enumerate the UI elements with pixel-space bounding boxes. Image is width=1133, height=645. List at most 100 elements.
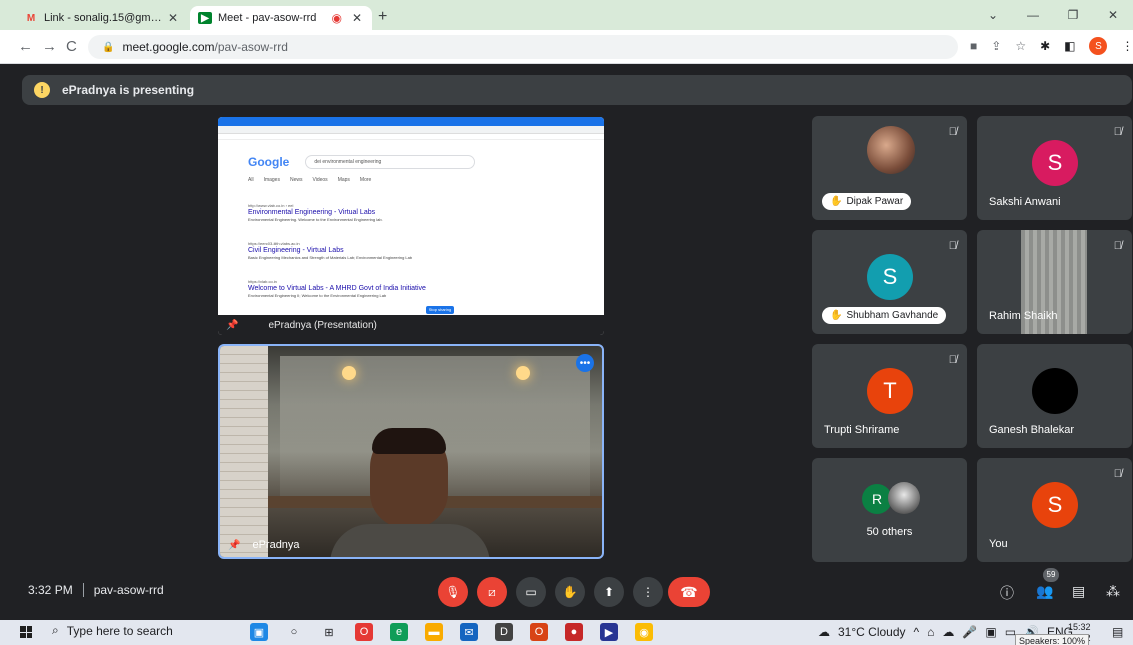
notification-icon[interactable]: ▤ xyxy=(1112,625,1123,639)
mic-off-icon: 🎙̸ xyxy=(1113,240,1122,252)
nav-item: All xyxy=(248,177,254,183)
others-tile[interactable]: R 50 others xyxy=(812,458,967,562)
result-url: http://www.vlab.co.in › eel xyxy=(248,203,294,208)
new-tab-button[interactable]: + xyxy=(378,8,387,26)
network-icon[interactable]: ⌂ xyxy=(927,625,934,639)
avatar xyxy=(867,126,915,174)
url-input[interactable]: 🔒 meet.google.com/pav-asow-rrd xyxy=(88,35,958,59)
main-video-tile[interactable]: ••• 📌 ePradnya xyxy=(218,344,604,559)
participant-body xyxy=(330,524,490,557)
info-icon[interactable]: ⓘ xyxy=(1000,583,1014,603)
menu-icon[interactable]: ⋮ xyxy=(1121,39,1133,53)
display-icon[interactable]: ▣ xyxy=(985,625,996,639)
chat-icon[interactable]: ▤ xyxy=(1072,583,1085,600)
toolbar-right: ■ ⇪ ☆ ✱ ◧ S ⋮ xyxy=(970,37,1133,55)
present-button[interactable]: ⬆ xyxy=(594,577,624,607)
paint-icon[interactable]: ● xyxy=(565,623,583,641)
tv-app-icon[interactable]: ▣ xyxy=(250,623,268,641)
media-icon[interactable]: ▶ xyxy=(600,623,618,641)
gmail-icon: M xyxy=(26,12,36,24)
leave-call-button[interactable]: ☎ xyxy=(668,577,710,607)
mic-toggle-button[interactable]: 🎙 xyxy=(438,577,468,607)
avatar xyxy=(888,482,920,514)
result-title: Environmental Engineering - Virtual Labs xyxy=(248,209,376,216)
task-view-icon[interactable]: ⊞ xyxy=(320,623,338,641)
presenting-banner: ! ePradnya is presenting xyxy=(22,75,1132,105)
extensions-icon[interactable]: ✱ xyxy=(1040,39,1050,53)
file-explorer-icon[interactable]: ▬ xyxy=(425,623,443,641)
meeting-info: 3:32 PM pav-asow-rrd xyxy=(28,583,164,597)
close-icon[interactable]: ✕ xyxy=(350,11,364,25)
minimize-icon[interactable]: — xyxy=(1013,8,1053,22)
participant-tile[interactable]: 🎙̸ ✋ Dipak Pawar xyxy=(812,116,967,220)
close-icon[interactable]: ✕ xyxy=(166,11,180,25)
self-tile[interactable]: 🎙̸ S You xyxy=(977,458,1132,562)
tab-meet[interactable]: ▶ Meet - pav-asow-rrd ◉ ✕ xyxy=(190,6,372,30)
forward-icon[interactable]: → xyxy=(42,38,57,55)
presentation-tile[interactable]: Google dei environmental engineering All… xyxy=(218,117,604,335)
edge-icon[interactable]: e xyxy=(390,623,408,641)
mic-off-icon: 🎙̸ xyxy=(948,126,957,138)
chrome-icon[interactable]: ◉ xyxy=(635,623,653,641)
raise-hand-button[interactable]: ✋ xyxy=(555,577,585,607)
shared-tab-strip xyxy=(218,117,604,126)
search-result: https://vlab.co.in Welcome to Virtual La… xyxy=(248,279,568,298)
people-icon[interactable]: 👥 xyxy=(1036,583,1053,600)
activities-icon[interactable]: ⁂ xyxy=(1106,583,1120,600)
back-icon[interactable]: ← xyxy=(18,38,33,55)
windows-start-icon[interactable] xyxy=(20,626,32,638)
mic-off-icon: 🎙̸ xyxy=(948,354,957,366)
result-snippet: Basic Engineering Mechanics and Strength… xyxy=(248,255,413,260)
share-icon[interactable]: ⇪ xyxy=(991,39,1001,53)
avatar xyxy=(1032,368,1078,414)
side-panel-icon[interactable]: ◧ xyxy=(1064,39,1075,53)
captions-button[interactable]: ▭ xyxy=(516,577,546,607)
camera-toggle-button[interactable]: ⧄ xyxy=(477,577,507,607)
avatar[interactable]: S xyxy=(1089,37,1108,55)
mic-icon[interactable]: 🎤 xyxy=(962,625,977,639)
pin-icon[interactable]: 📌 xyxy=(228,540,240,551)
url-host: meet.google.com xyxy=(122,40,215,54)
pin-icon[interactable]: 📌 xyxy=(226,320,238,331)
avatar: S xyxy=(867,254,913,300)
taskbar-search[interactable]: ⌕ Type here to search xyxy=(52,623,173,638)
office-app-icon[interactable]: O xyxy=(530,623,548,641)
presentation-label: ePradnya (Presentation) xyxy=(268,319,377,331)
restore-icon[interactable]: ❐ xyxy=(1053,8,1093,22)
participant-tile[interactable]: Ganesh Bhalekar xyxy=(977,344,1132,448)
avatar: T xyxy=(867,368,913,414)
chevron-down-icon[interactable]: ⌄ xyxy=(973,8,1013,22)
office-icon[interactable]: O xyxy=(355,623,373,641)
participant-name: You xyxy=(989,538,1008,550)
participant-tile[interactable]: 🎙̸ Rahim Shaikh xyxy=(977,230,1132,334)
nav-item: Maps xyxy=(337,177,350,183)
google-logo: Google xyxy=(248,155,290,169)
close-window-icon[interactable]: ✕ xyxy=(1093,8,1133,22)
reload-icon[interactable]: C xyxy=(66,38,77,55)
tab-gmail[interactable]: M Link - sonalig.15@gmail.com - G ✕ xyxy=(16,6,188,30)
dell-icon[interactable]: D xyxy=(495,623,513,641)
more-options-icon[interactable]: ••• xyxy=(576,354,594,372)
mail-icon[interactable]: ✉ xyxy=(460,623,478,641)
participant-tile[interactable]: 🎙̸ S Sakshi Anwani xyxy=(977,116,1132,220)
participant-name: Shubham Gavhande xyxy=(846,310,939,321)
shared-search-nav: All Images News Videos Maps More xyxy=(248,177,371,183)
meeting-code: pav-asow-rrd xyxy=(93,583,164,597)
participant-name-pill: ✋ Dipak Pawar xyxy=(822,193,912,210)
participant-tile[interactable]: 🎙̸ S ✋ Shubham Gavhande xyxy=(812,230,967,334)
participant-hair xyxy=(372,428,446,454)
lamp-light xyxy=(516,366,530,380)
star-icon[interactable]: ☆ xyxy=(1015,39,1026,53)
search-result: http://www.vlab.co.in › eel Environmenta… xyxy=(248,203,568,222)
participant-name: ePradnya xyxy=(252,539,300,551)
cloud-icon[interactable]: ☁ xyxy=(942,625,954,639)
camera-icon[interactable]: ■ xyxy=(970,39,977,53)
chevron-up-icon[interactable]: ^ xyxy=(914,625,920,639)
more-options-button[interactable]: ⋮ xyxy=(633,577,663,607)
participant-name: Sakshi Anwani xyxy=(989,196,1061,208)
cortana-icon[interactable]: ○ xyxy=(285,623,303,641)
weather-text[interactable]: 31°C Cloudy xyxy=(838,625,906,639)
nav-item: Videos xyxy=(312,177,328,183)
video-name-row: 📌 ePradnya xyxy=(228,539,300,551)
participant-tile[interactable]: 🎙̸ T Trupti Shrirame xyxy=(812,344,967,448)
